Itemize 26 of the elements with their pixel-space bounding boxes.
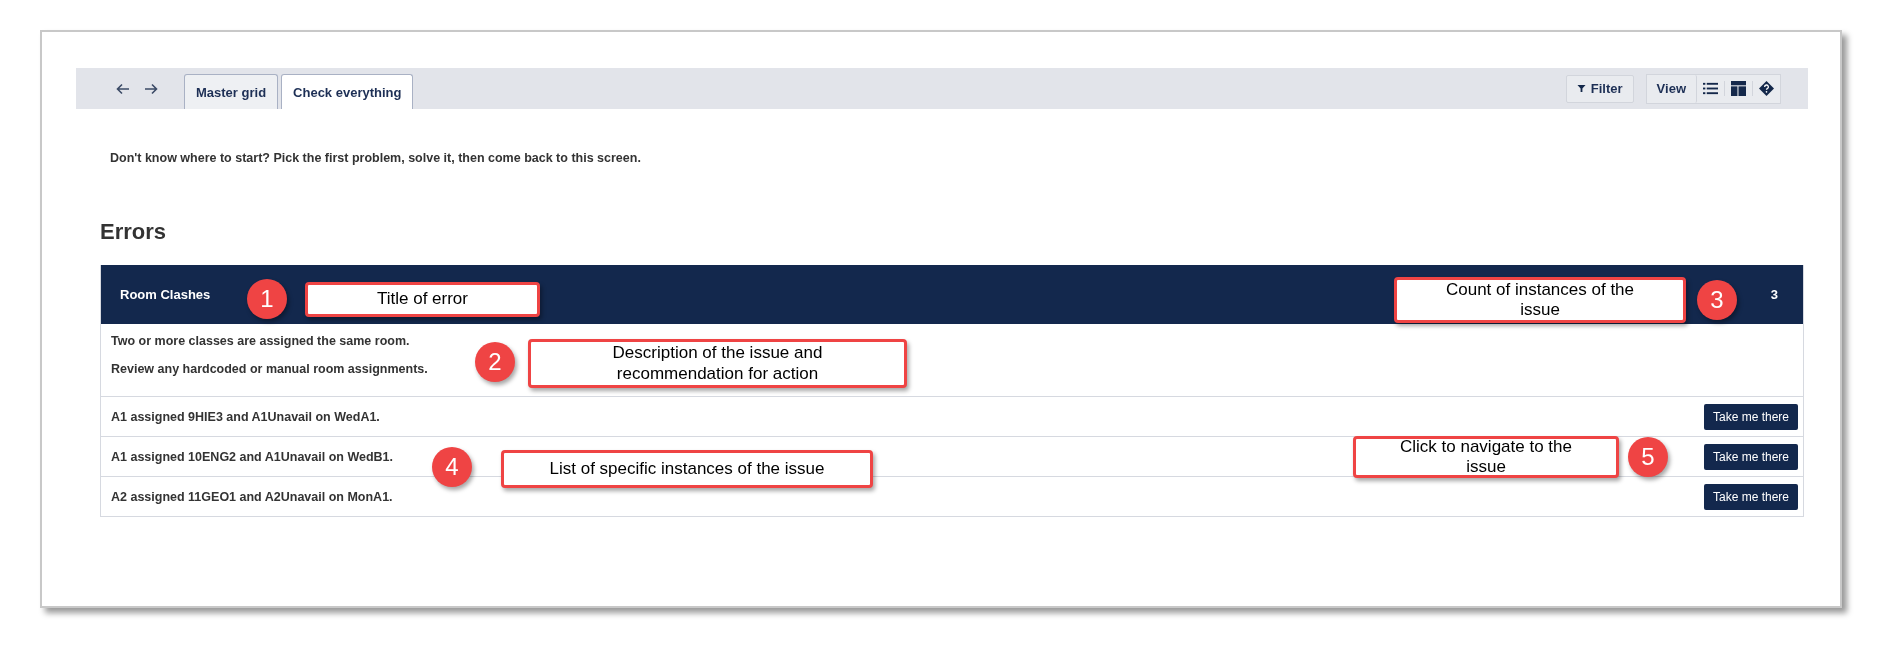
back-arrow-icon[interactable]: [116, 82, 130, 95]
callout-number: 5: [1628, 437, 1668, 477]
description-text: Two or more classes are assigned the same room.: [111, 334, 410, 348]
take-me-there-button[interactable]: Take me there: [1703, 403, 1798, 430]
filter-icon: [1576, 84, 1586, 93]
forward-arrow-icon[interactable]: [144, 82, 158, 95]
error-count: 3: [1770, 287, 1778, 302]
callout-label: Description of the issue and recommendation for action: [528, 339, 907, 388]
callout-label: Count of instances of the issue: [1394, 277, 1686, 323]
section-heading: Errors: [100, 219, 168, 245]
take-me-there-button[interactable]: Take me there: [1703, 443, 1798, 470]
instance-text: A2 assigned 11GEO1 and A2Unavail on MonA1.: [111, 489, 393, 504]
error-title: Room Clashes: [120, 287, 211, 302]
callout-label: List of specific instances of the issue: [501, 450, 873, 488]
callout-number: 2: [475, 342, 515, 382]
description-text: Review any hardcoded or manual room assignments.: [111, 362, 428, 376]
callout-number: 4: [432, 447, 472, 487]
callout-label: Title of error: [305, 282, 540, 317]
instance-text: A1 assigned 9HIE3 and A1Unavail on WedA1.: [111, 409, 380, 424]
take-me-there-button[interactable]: Take me there: [1703, 483, 1798, 510]
callout-label: Click to navigate to the issue: [1353, 436, 1619, 478]
tab[interactable]: Master grid: [184, 74, 279, 109]
instance-text: A1 assigned 10ENG2 and A1Unavail on WedB1.: [111, 449, 394, 464]
filter-button[interactable]: Filter: [1565, 74, 1634, 103]
intro-text: Don't know where to start? Pick the first problem, solve it, then come back to this screen.: [110, 151, 642, 165]
tab[interactable]: Check everything: [281, 74, 414, 109]
